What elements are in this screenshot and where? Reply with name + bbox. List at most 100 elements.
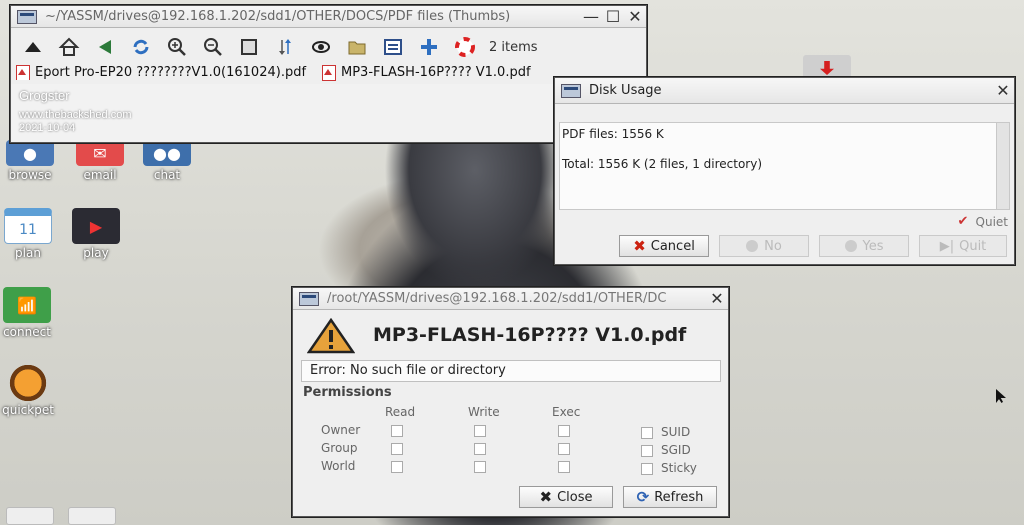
maximize-button[interactable]: ☐ [602, 7, 624, 27]
desktop-icon-partial[interactable] [6, 507, 54, 525]
close-button[interactable]: ✕ [706, 289, 728, 309]
list-icon[interactable] [375, 34, 411, 60]
no-icon [746, 240, 759, 252]
yes-icon [844, 240, 857, 252]
desktop-icon-browse[interactable]: ● browse [0, 140, 62, 182]
file-name: MP3-FLASH-16P???? V1.0.pdf [341, 64, 531, 80]
dialog-title: Disk Usage [589, 83, 662, 98]
warning-icon [306, 317, 356, 354]
column-read: Read [385, 405, 416, 419]
file-item[interactable]: MP3-FLASH-16P???? V1.0.pdf [321, 64, 531, 81]
quit-icon: ▶| [939, 238, 955, 254]
watermark: Grogster www.thebackshed.com 2021-10-04 [19, 88, 132, 134]
file-properties-dialog: /root/YASSM/drives@192.168.1.202/sdd1/OT… [292, 287, 729, 517]
sgid-checkbox[interactable] [641, 445, 653, 457]
world-exec-checkbox[interactable] [558, 461, 570, 473]
antenna-icon: 📶 [3, 287, 51, 323]
desktop-icon-connect[interactable]: 📶 connect [0, 287, 59, 339]
dialog-buttons: ✖ Close ⟳ Refresh [519, 486, 727, 508]
scrollbar[interactable] [996, 122, 1010, 210]
dialog-buttons: ✖ Cancel No Yes ▶| Quit [619, 235, 1017, 257]
home-icon[interactable] [51, 34, 87, 60]
desktop-icon-play[interactable]: ▶ play [64, 208, 128, 260]
zoom-out-icon[interactable] [195, 34, 231, 60]
desktop-icon-chat[interactable]: ●● chat [135, 140, 199, 182]
row-world: World [321, 459, 356, 473]
owner-exec-checkbox[interactable] [558, 425, 570, 437]
disk-usage-dialog: Disk Usage ✕ PDF files: 1556 K Total: 15… [554, 77, 1015, 265]
up-icon[interactable] [15, 34, 51, 60]
close-dialog-button[interactable]: ✖ Close [519, 486, 613, 508]
items-count: 2 items [489, 39, 538, 55]
owner-read-checkbox[interactable] [391, 425, 403, 437]
column-exec: Exec [552, 405, 581, 419]
row-owner: Owner [321, 423, 361, 437]
play-icon: ▶ [72, 208, 120, 244]
speech-bubble-icon: ●● [143, 140, 191, 166]
row-group: Group [321, 441, 358, 455]
group-read-checkbox[interactable] [391, 443, 403, 455]
file-name: Eport Pro-EP20 ????????V1.0(161024).pdf [35, 64, 307, 80]
window-icon [561, 83, 581, 98]
disk-usage-titlebar[interactable]: Disk Usage ✕ [555, 78, 1014, 104]
refresh-button[interactable]: ⟳ Refresh [623, 486, 717, 508]
usage-total-line: Total: 1556 K (2 files, 1 directory) [562, 157, 763, 171]
yes-button[interactable]: Yes [819, 235, 909, 257]
refresh-icon[interactable] [123, 34, 159, 60]
cancel-icon: ✖ [633, 237, 646, 255]
add-icon[interactable] [411, 34, 447, 60]
desktop-icon-email[interactable]: ✉ email [68, 140, 132, 182]
sticky-label: Sticky [661, 461, 697, 475]
window-icon [17, 9, 37, 24]
column-write: Write [468, 405, 500, 419]
calendar-icon: 11 [4, 208, 52, 244]
eye-icon[interactable] [303, 34, 339, 60]
desktop-icon-partial[interactable] [68, 507, 116, 525]
pdf-file-icon [15, 64, 30, 80]
usage-line: PDF files: 1556 K [562, 127, 664, 141]
error-message: Error: No such file or directory [301, 360, 721, 382]
file-manager-toolbar: 2 items [15, 33, 538, 61]
close-button[interactable]: ✕ [624, 7, 646, 27]
window-title: ~/YASSM/drives@192.168.1.202/sdd1/OTHER/… [45, 9, 511, 24]
folder-icon[interactable] [339, 34, 375, 60]
dog-face-icon [4, 365, 52, 401]
back-icon[interactable] [87, 34, 123, 60]
checkmark-icon: ✔ [957, 214, 969, 229]
desktop-icon-quickpet[interactable]: quickpet [0, 365, 60, 417]
suid-label: SUID [661, 425, 691, 439]
sgid-label: SGID [661, 443, 691, 457]
quit-button[interactable]: ▶| Quit [919, 235, 1007, 257]
help-icon[interactable] [447, 34, 483, 60]
owner-write-checkbox[interactable] [474, 425, 486, 437]
minimize-button[interactable]: — [580, 7, 602, 27]
refresh-icon: ⟳ [636, 488, 650, 506]
sort-icon[interactable] [267, 34, 303, 60]
desktop-icon-plan[interactable]: 11 plan [0, 208, 60, 260]
watermark-site: www.thebackshed.com [19, 109, 132, 121]
close-icon: ✖ [539, 488, 553, 506]
close-button[interactable]: ✕ [992, 81, 1014, 101]
file-item[interactable]: Eport Pro-EP20 ????????V1.0(161024).pdf [15, 64, 317, 80]
file-manager-titlebar[interactable]: ~/YASSM/drives@192.168.1.202/sdd1/OTHER/… [11, 6, 646, 28]
group-write-checkbox[interactable] [474, 443, 486, 455]
suid-checkbox[interactable] [641, 427, 653, 439]
zoom-in-icon[interactable] [159, 34, 195, 60]
watermark-date: 2021-10-04 [19, 122, 76, 134]
sticky-checkbox[interactable] [641, 463, 653, 475]
quiet-checkbox[interactable]: ✔ Quiet [958, 215, 1008, 229]
world-read-checkbox[interactable] [391, 461, 403, 473]
quiet-label: Quiet [975, 215, 1008, 229]
world-write-checkbox[interactable] [474, 461, 486, 473]
pdf-file-icon [321, 64, 336, 81]
file-name-heading: MP3-FLASH-16P???? V1.0.pdf [373, 324, 687, 346]
no-button[interactable]: No [719, 235, 809, 257]
cancel-button[interactable]: ✖ Cancel [619, 235, 709, 257]
group-exec-checkbox[interactable] [558, 443, 570, 455]
properties-titlebar[interactable]: /root/YASSM/drives@192.168.1.202/sdd1/OT… [293, 288, 728, 310]
watermark-name: Grogster [19, 88, 70, 103]
view-icon[interactable] [231, 34, 267, 60]
file-list: Eport Pro-EP20 ????????V1.0(161024).pdf … [15, 61, 531, 83]
envelope-icon: ✉ [76, 140, 124, 166]
usage-output: PDF files: 1556 K Total: 1556 K (2 files… [559, 122, 997, 210]
